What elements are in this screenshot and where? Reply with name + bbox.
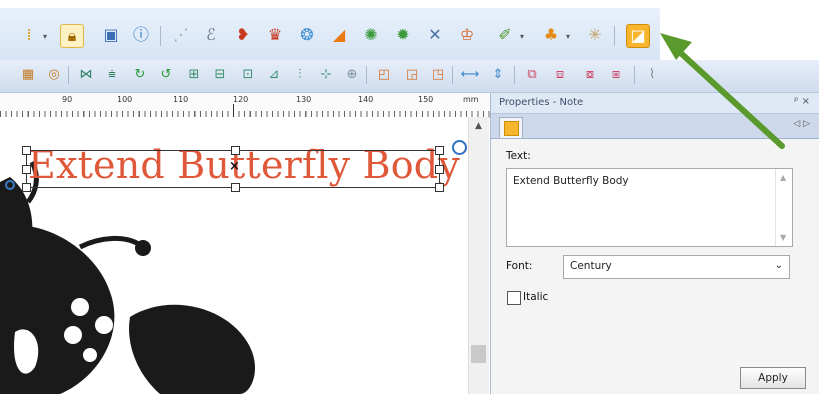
lock-icon[interactable]: 🔒︎ bbox=[60, 24, 84, 48]
panel-title: Properties - Note bbox=[499, 97, 584, 108]
rotate-left-icon[interactable]: ↺ bbox=[156, 65, 176, 85]
font-label: Font: bbox=[506, 260, 533, 272]
ruler-cursor-mark bbox=[233, 104, 234, 117]
italic-checkbox[interactable] bbox=[507, 291, 521, 305]
chevron-down-icon: ⌄ bbox=[774, 260, 783, 271]
select-icon[interactable]: ⇕ bbox=[488, 65, 508, 85]
info-icon[interactable]: ⓘ bbox=[130, 24, 152, 46]
note-icon[interactable]: ◪ bbox=[626, 24, 650, 48]
ruler-label: 130 bbox=[296, 95, 312, 104]
edit-toolbar: ▦ ◎ ⋈ ⩧ ↻ ↺ ⊞ ⊟ ⊡ ⊿ ⫶ ⊹ ⊕ ◰ ◲ ◳ ⟷ ⇕ ⧉ ⧈ … bbox=[0, 60, 819, 93]
rotate-icon[interactable]: ↻ bbox=[130, 65, 150, 85]
vertical-scrollbar[interactable]: ▲ bbox=[468, 117, 489, 394]
italic-label: Italic bbox=[523, 291, 549, 303]
trefoil-icon[interactable]: ♣ bbox=[540, 24, 562, 46]
text-label: Text: bbox=[506, 150, 531, 162]
mirror-icon[interactable]: ⋈ bbox=[76, 65, 96, 85]
note-icon bbox=[504, 121, 519, 136]
toolbar-separator bbox=[514, 66, 515, 84]
font-select-value: Century bbox=[570, 260, 612, 272]
ruler-label: 150 bbox=[418, 95, 434, 104]
scroll-thumb[interactable] bbox=[471, 345, 486, 363]
panel-header: Properties - Note ᵖ × bbox=[491, 93, 819, 114]
resize-handle[interactable] bbox=[435, 146, 444, 155]
properties-panel: Properties - Note ᵖ × ◁ ▷ Text: Extend B… bbox=[490, 93, 819, 394]
center-cross-icon[interactable]: × bbox=[229, 159, 240, 174]
hatch-icon[interactable]: ▦ bbox=[18, 65, 38, 85]
resize-handle[interactable] bbox=[22, 183, 31, 192]
scroll-up-icon[interactable]: ▲ bbox=[475, 121, 482, 131]
dropdown-arrow-icon[interactable]: ▾ bbox=[566, 32, 570, 41]
paste-icon[interactable]: ⧇ bbox=[580, 65, 600, 85]
distribute-icon[interactable]: ⊞ bbox=[184, 65, 204, 85]
brush-icon[interactable]: ✐ bbox=[494, 24, 516, 46]
tab-nav-arrows[interactable]: ◁ ▷ bbox=[793, 119, 810, 129]
apply-button[interactable]: Apply bbox=[740, 367, 806, 389]
panel-tabs: ◁ ▷ bbox=[491, 114, 819, 139]
height-icon[interactable]: ⟷ bbox=[460, 65, 480, 85]
scroll-up-icon[interactable]: ▲ bbox=[780, 173, 786, 182]
grass-icon[interactable]: ✺ bbox=[360, 24, 382, 46]
crown-icon[interactable]: ♔ bbox=[456, 24, 478, 46]
steps-icon[interactable]: ⊿ bbox=[264, 65, 284, 85]
toolbar-separator bbox=[614, 26, 615, 46]
group-icon[interactable]: ⊡ bbox=[238, 65, 258, 85]
pin-close-icons[interactable]: ᵖ × bbox=[794, 96, 810, 107]
horizontal-ruler: 90 100 110 120 130 140 150 mm bbox=[0, 93, 490, 118]
text-field[interactable]: Extend Butterfly Body ▲ ▼ bbox=[506, 168, 793, 247]
text-field-scrollbar[interactable]: ▲ ▼ bbox=[775, 169, 792, 246]
dropdown-arrow-icon[interactable]: ▾ bbox=[43, 32, 47, 41]
toolbar-separator bbox=[452, 66, 453, 84]
ring-icon[interactable]: ❂ bbox=[296, 24, 318, 46]
paste-special-icon[interactable]: ⧆ bbox=[606, 65, 626, 85]
satin-shape-icon[interactable]: ❥ bbox=[232, 24, 254, 46]
copy-icon[interactable]: ⧈ bbox=[550, 65, 570, 85]
toolbar-separator bbox=[160, 26, 161, 46]
paperclip-icon[interactable]: ⌇ bbox=[642, 65, 662, 85]
font-select[interactable]: Century ⌄ bbox=[563, 255, 790, 279]
resize-handle[interactable] bbox=[22, 146, 31, 155]
dropdown-arrow-icon[interactable]: ▾ bbox=[520, 32, 524, 41]
center-icon[interactable]: ⫶ bbox=[290, 65, 310, 85]
outline-icon[interactable]: ℰ bbox=[200, 24, 222, 46]
layers-icon[interactable]: ◰ bbox=[374, 65, 394, 85]
resize-handle[interactable] bbox=[435, 183, 444, 192]
ruler-label: 140 bbox=[358, 95, 374, 104]
arrange-icon[interactable]: ⊟ bbox=[210, 65, 230, 85]
resize-handle[interactable] bbox=[231, 183, 240, 192]
shell-icon[interactable]: ♛ bbox=[264, 24, 286, 46]
toolbar-separator bbox=[366, 66, 367, 84]
main-toolbar: ⁞ ▾ 🔒︎ ▣ ⓘ ⋰ ℰ ❥ ♛ ❂ ◢ ✺ ✹ ✕ ♔ ✐ ▾ ♣ ▾ ✳… bbox=[0, 8, 660, 62]
sparkle-icon[interactable]: ✳ bbox=[584, 24, 606, 46]
width-icon[interactable]: ◳ bbox=[428, 65, 448, 85]
resize-handle[interactable] bbox=[231, 146, 240, 155]
ruler-unit: mm bbox=[463, 95, 479, 104]
ruler-label: 100 bbox=[117, 95, 133, 104]
frame-icon[interactable]: ◲ bbox=[402, 65, 422, 85]
toolbar-separator bbox=[634, 66, 635, 84]
zigzag-icon[interactable]: ⋰ bbox=[170, 24, 192, 46]
plus-align-icon[interactable]: ⊹ bbox=[316, 65, 336, 85]
cross-icon[interactable]: ✕ bbox=[424, 24, 446, 46]
text-field-value: Extend Butterfly Body bbox=[513, 175, 629, 187]
flag-icon[interactable]: ◢ bbox=[328, 24, 350, 46]
note-tab[interactable] bbox=[499, 117, 523, 138]
rotate-handle-icon[interactable] bbox=[452, 140, 467, 155]
design-canvas[interactable]: Extend Butterfly Body × bbox=[0, 117, 468, 394]
ruler-label: 120 bbox=[233, 95, 249, 104]
ruler-label: 110 bbox=[173, 95, 189, 104]
ruler-label: 90 bbox=[62, 95, 73, 104]
film-icon[interactable]: ▣ bbox=[100, 24, 122, 46]
stitch-sequence-icon[interactable]: ⁞ bbox=[18, 24, 40, 46]
circle-icon[interactable]: ◎ bbox=[44, 65, 64, 85]
fan-icon[interactable]: ✹ bbox=[392, 24, 414, 46]
resize-handle[interactable] bbox=[22, 165, 31, 174]
toolbar-separator bbox=[68, 66, 69, 84]
select-red-icon[interactable]: ⧉ bbox=[522, 65, 542, 85]
resize-handle[interactable] bbox=[435, 165, 444, 174]
stack-icon[interactable]: ⊕ bbox=[342, 65, 362, 85]
align-icon[interactable]: ⩧ bbox=[102, 65, 122, 85]
scroll-down-icon[interactable]: ▼ bbox=[780, 233, 786, 242]
